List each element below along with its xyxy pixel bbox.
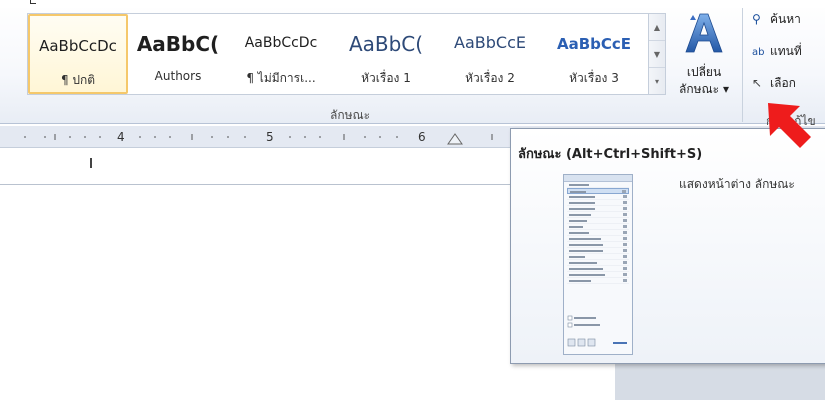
style-sample: AaBbCcE <box>556 35 632 53</box>
gallery-scroll: ▲ ▼ ▾ <box>649 13 666 95</box>
style-name: ¶ ปกติ <box>60 73 96 87</box>
pane-footer <box>567 314 629 350</box>
style-normal[interactable]: AaBbCcDc ¶ ปกติ <box>28 14 128 94</box>
corner-mark <box>30 0 36 4</box>
select-label: เลือก <box>770 76 796 90</box>
find-button[interactable]: ⚲ ค้นหา <box>752 10 801 32</box>
style-name: หัวเรื่อง 3 <box>569 71 619 85</box>
tooltip-description: แสดงหน้าต่าง ลักษณะ <box>679 177 795 191</box>
ribbon: AaBbCcDc ¶ ปกติ AaBbC( Authors AaBbCcDc … <box>0 0 825 128</box>
style-sample: AaBbCcDc <box>244 35 318 51</box>
style-sample: AaBbCcDc <box>39 37 117 55</box>
ruler-number: 4 <box>117 130 125 144</box>
gallery-down-button[interactable]: ▼ <box>649 41 665 68</box>
tooltip-title: ลักษณะ (Alt+Ctrl+Shift+S) <box>518 147 703 162</box>
red-arrow-icon <box>768 103 811 148</box>
replace-button[interactable]: ab แทนที่ <box>752 42 802 64</box>
style-authors[interactable]: AaBbC( Authors <box>128 14 228 94</box>
style-name: ¶ ไม่มีการเ... <box>246 71 316 85</box>
top-strip <box>0 0 825 8</box>
styles-group-label: ลักษณะ <box>330 108 371 122</box>
style-heading-1[interactable]: AaBbC( หัวเรื่อง 1 <box>336 14 436 94</box>
text-cursor <box>90 158 92 168</box>
page-edge <box>0 184 510 185</box>
styles-tooltip: ลักษณะ (Alt+Ctrl+Shift+S) แสดงหน้าต่าง ล… <box>510 128 825 364</box>
change-styles-icon <box>685 13 723 53</box>
style-name: Authors <box>154 69 202 83</box>
binoculars-icon: ⚲ <box>752 12 761 26</box>
pane-header <box>564 175 632 182</box>
styles-pane-preview <box>563 174 633 355</box>
pane-footer-controls <box>567 315 627 347</box>
style-sample: AaBbC( <box>348 32 424 56</box>
pane-row <box>567 278 629 284</box>
style-name: หัวเรื่อง 1 <box>361 71 411 85</box>
style-heading-2[interactable]: AaBbCcE หัวเรื่อง 2 <box>440 14 540 94</box>
change-styles-button[interactable]: เปลี่ยน ลักษณะ ▾ <box>668 8 740 100</box>
style-no-spacing[interactable]: AaBbCcDc ¶ ไม่มีการเ... <box>231 14 331 94</box>
style-sample: AaBbCcE <box>454 33 526 52</box>
find-label: ค้นหา <box>770 12 801 26</box>
style-heading-3[interactable]: AaBbCcE หัวเรื่อง 3 <box>544 14 644 94</box>
gallery-up-button[interactable]: ▲ <box>649 14 665 41</box>
style-sample: AaBbC( <box>136 32 220 56</box>
ruler-number: 6 <box>418 130 426 144</box>
style-name: หัวเรื่อง 2 <box>465 71 515 85</box>
change-styles-label-2: ลักษณะ ▾ <box>679 82 729 96</box>
gallery-more-button[interactable]: ▾ <box>649 68 665 95</box>
replace-icon: ab <box>752 47 765 58</box>
cursor-icon: ↖ <box>752 76 763 90</box>
replace-label: แทนที่ <box>770 44 802 58</box>
document-background <box>615 360 825 400</box>
styles-gallery: AaBbCcDc ¶ ปกติ AaBbC( Authors AaBbCcDc … <box>27 13 649 95</box>
ruler-number: 5 <box>266 130 274 144</box>
group-separator <box>742 8 743 122</box>
select-button[interactable]: ↖ เลือก <box>752 74 796 96</box>
